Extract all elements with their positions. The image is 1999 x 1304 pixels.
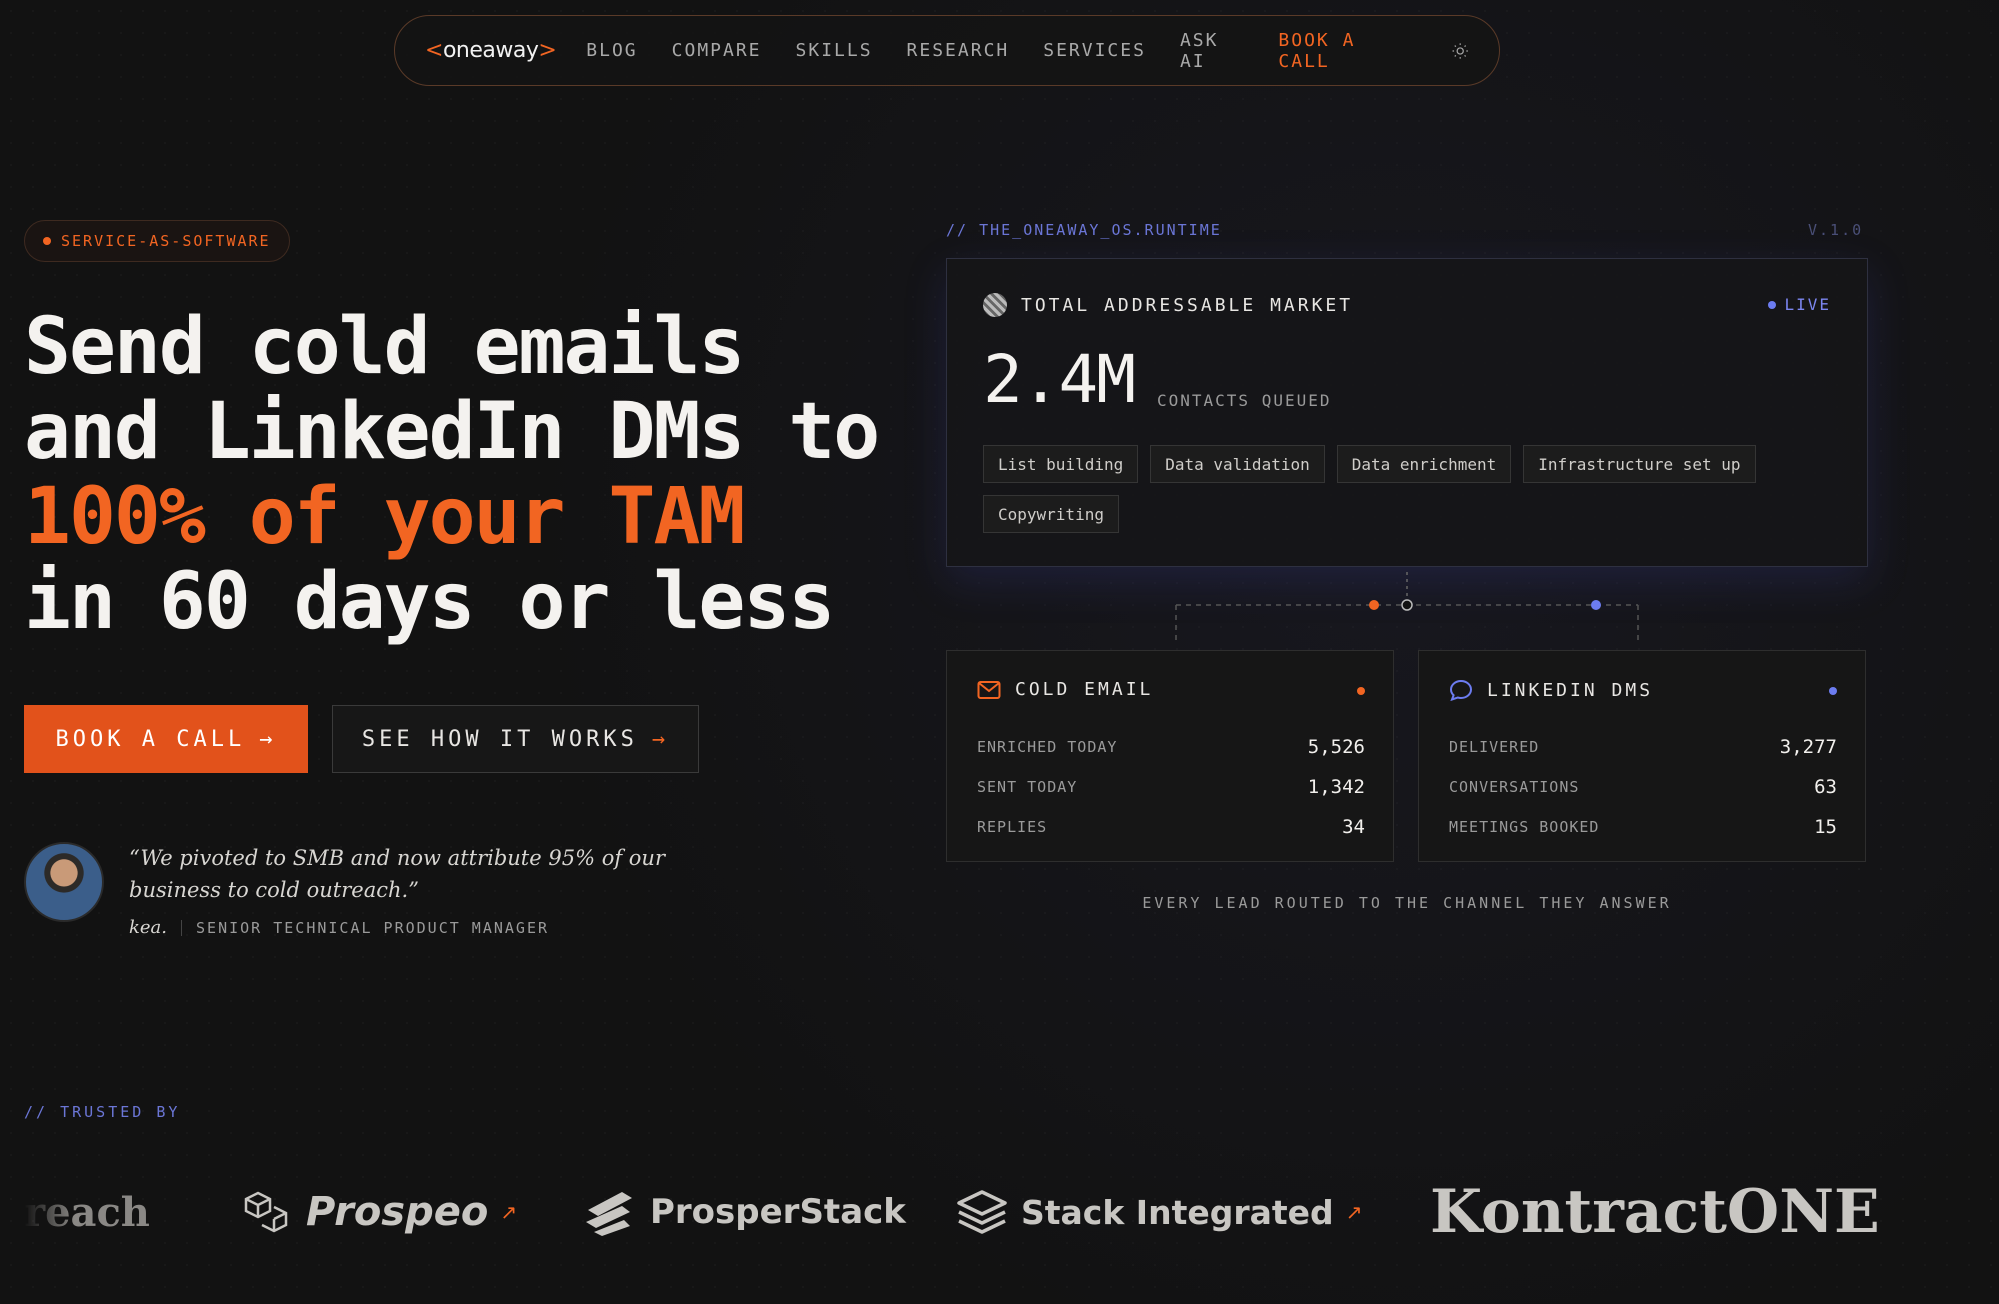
tam-caption: CONTACTS QUEUED	[1157, 391, 1332, 410]
service-badge: SERVICE-AS-SOFTWARE	[24, 220, 290, 262]
avatar	[24, 842, 104, 922]
stat-value: 1,342	[1307, 776, 1365, 798]
headline-line-4: in 60 days or less	[24, 557, 835, 647]
arrow-right-icon: →	[259, 726, 277, 752]
stat-row: MEETINGS BOOKED 15	[1449, 807, 1837, 847]
globe-icon	[983, 293, 1007, 317]
runtime-version: V.1.0	[1808, 221, 1864, 239]
stat-row: CONVERSATIONS 63	[1449, 767, 1837, 807]
logo-strip: reach Prospeo ↗ ProsperStack Stack Integ…	[0, 1170, 1999, 1254]
routing-connector	[1175, 572, 1639, 644]
chip-data-validation: Data validation	[1150, 445, 1325, 483]
cold-email-stats: ENRICHED TODAY 5,526 SENT TODAY 1,342 RE…	[977, 727, 1365, 847]
stat-label: MEETINGS BOOKED	[1449, 818, 1600, 836]
external-link-icon: ↗	[500, 1200, 518, 1224]
nav-book-a-call[interactable]: BOOK A CALL	[1278, 30, 1396, 72]
stat-value: 3,277	[1779, 736, 1837, 758]
stat-row: ENRICHED TODAY 5,526	[977, 727, 1365, 767]
chip-copywriting: Copywriting	[983, 495, 1119, 533]
cold-email-status-dot	[1357, 687, 1365, 695]
stat-label: REPLIES	[977, 818, 1048, 836]
logo-stack-integrated-text: Stack Integrated	[1021, 1192, 1334, 1232]
prosperstack-mark-icon	[586, 1192, 632, 1236]
stat-label: ENRICHED TODAY	[977, 738, 1118, 756]
mail-icon	[977, 680, 1001, 699]
nav-skills[interactable]: SKILLS	[796, 40, 873, 61]
stat-label: SENT TODAY	[977, 778, 1078, 796]
chat-bubble-icon	[1449, 679, 1473, 701]
logo-stack-integrated[interactable]: Stack Integrated ↗	[955, 1170, 1362, 1254]
author-role: SENIOR TECHNICAL PRODUCT MANAGER	[196, 918, 549, 937]
linkedin-stats: DELIVERED 3,277 CONVERSATIONS 63 MEETING…	[1449, 727, 1837, 847]
author-name: kea.	[129, 917, 168, 938]
hero-headline: Send cold emails and LinkedIn DMs to 100…	[24, 302, 880, 647]
see-how-it-works-label: SEE HOW IT WORKS	[361, 726, 638, 752]
book-a-call-button[interactable]: BOOK A CALL →	[24, 705, 308, 773]
logo-prosperstack: ProsperStack	[582, 1170, 906, 1254]
logo-close-bracket: >	[538, 38, 557, 63]
external-link-icon: ↗	[1345, 1200, 1363, 1224]
headline-line-1: Send cold emails	[24, 302, 745, 392]
stat-value: 34	[1342, 816, 1365, 838]
book-a-call-label: BOOK A CALL	[55, 726, 246, 752]
see-how-it-works-button[interactable]: SEE HOW IT WORKS →	[332, 705, 699, 773]
headline-line-3: 100% of your TAM	[24, 472, 745, 562]
badge-label: SERVICE-AS-SOFTWARE	[61, 232, 271, 250]
service-chips: List building Data validation Data enric…	[983, 445, 1843, 533]
nav-services[interactable]: SERVICES	[1043, 40, 1146, 61]
nav-compare[interactable]: COMPARE	[672, 40, 762, 61]
layers-icon	[957, 1190, 1007, 1234]
logo-reach: reach	[24, 1170, 150, 1254]
tam-value: 2.4M	[983, 341, 1136, 418]
testimonial-author: kea. SENIOR TECHNICAL PRODUCT MANAGER	[129, 917, 549, 938]
arrow-right-icon: →	[651, 726, 670, 752]
chip-data-enrichment: Data enrichment	[1336, 445, 1512, 483]
live-status: LIVE	[1768, 295, 1831, 314]
testimonial-quote: “We pivoted to SMB and now attribute 95%…	[129, 846, 665, 902]
linkedin-card: LINKEDIN DMS DELIVERED 3,277 CONVERSATIO…	[1418, 650, 1866, 862]
logo-wordmark: oneaway	[442, 38, 539, 63]
stat-label: CONVERSATIONS	[1449, 778, 1580, 796]
logo-reach-text: reach	[24, 1188, 150, 1236]
stat-row: DELIVERED 3,277	[1449, 727, 1837, 767]
stat-row: REPLIES 34	[977, 807, 1365, 847]
logo-prosperstack-text: ProsperStack	[650, 1192, 906, 1232]
badge-dot	[43, 237, 51, 245]
routing-caption: EVERY LEAD ROUTED TO THE CHANNEL THEY AN…	[1142, 894, 1672, 912]
cold-email-title: COLD EMAIL	[1015, 679, 1154, 700]
live-dot	[1768, 300, 1777, 309]
cube-icon	[244, 1191, 288, 1233]
tam-title: TOTAL ADDRESSABLE MARKET	[1021, 294, 1354, 316]
tam-card: TOTAL ADDRESSABLE MARKET LIVE 2.4M CONTA…	[946, 258, 1868, 567]
top-nav: <oneaway> BLOG COMPARE SKILLS RESEARCH S…	[394, 15, 1500, 86]
chip-list-building: List building	[983, 445, 1139, 483]
live-label: LIVE	[1784, 295, 1831, 314]
logo-open-bracket: <	[425, 38, 443, 63]
trusted-by-label: // TRUSTED BY	[24, 1103, 181, 1121]
logo-kontractone: KontractONE	[1430, 1170, 1880, 1254]
logo-prospeo[interactable]: Prospeo ↗	[244, 1170, 517, 1254]
logo-prospeo-text: Prospeo	[306, 1189, 489, 1235]
tam-header: TOTAL ADDRESSABLE MARKET	[983, 293, 1353, 317]
nav-research[interactable]: RESEARCH	[907, 40, 1010, 61]
chip-infrastructure: Infrastructure set up	[1523, 445, 1756, 483]
stat-value: 15	[1814, 816, 1837, 838]
sun-icon[interactable]	[1451, 40, 1469, 62]
runtime-label: // THE_ONEAWAY_OS.RUNTIME	[946, 221, 1222, 239]
logo-link[interactable]: <oneaway>	[425, 38, 557, 63]
linkedin-status-dot	[1829, 687, 1837, 695]
linkedin-title: LINKEDIN DMS	[1487, 679, 1654, 701]
stat-row: SENT TODAY 1,342	[977, 767, 1365, 807]
author-divider	[181, 919, 183, 936]
headline-line-2: and LinkedIn DMs to	[24, 387, 880, 477]
linkedin-header: LINKEDIN DMS	[1449, 679, 1653, 701]
stat-value: 63	[1814, 776, 1837, 798]
stat-value: 5,526	[1307, 736, 1365, 758]
cold-email-card: COLD EMAIL ENRICHED TODAY 5,526 SENT TOD…	[946, 650, 1394, 862]
nav-ask-ai[interactable]: ASK AI	[1180, 30, 1244, 72]
nav-blog[interactable]: BLOG	[586, 40, 637, 61]
stat-label: DELIVERED	[1449, 738, 1540, 756]
logo-kontractone-text: KontractONE	[1430, 1177, 1880, 1247]
cold-email-header: COLD EMAIL	[977, 679, 1153, 700]
